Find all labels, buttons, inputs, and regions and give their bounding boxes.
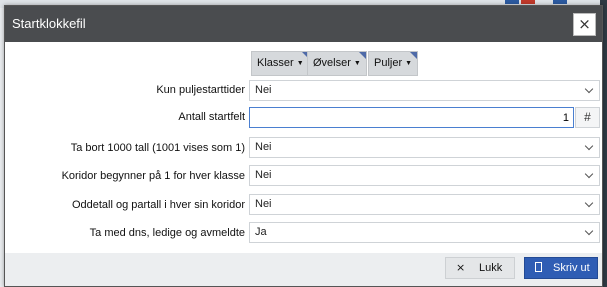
ta-bort-1000-label: Ta bort 1000 tall (1001 vises som 1): [70, 142, 245, 154]
oddetall-select[interactable]: Nei: [249, 194, 600, 215]
oddetall-value: Nei: [255, 198, 272, 210]
kun-puljestarttider-value: Nei: [255, 84, 272, 96]
background-fragment: [505, 0, 519, 4]
ta-med-dns-select[interactable]: Ja: [249, 222, 600, 243]
chevron-down-icon: [584, 84, 594, 94]
startklokkefil-dialog: Startklokkefil × Klasser ▼ Øvelser ▼ Pulje…: [4, 5, 603, 287]
oddetall-label: Oddetall og partall i hver sin koridor: [71, 199, 245, 211]
ta-med-dns-value: Ja: [255, 226, 267, 238]
background-fragment: [553, 0, 567, 4]
kun-puljestarttider-label: Kun puljestarttider: [156, 84, 245, 96]
caret-down-icon: ▼: [296, 60, 304, 67]
puljer-filter-button[interactable]: Puljer ▼: [368, 51, 419, 76]
koridor-value: Nei: [255, 169, 272, 181]
dialog-footer: × Lukk Skriv ut: [5, 253, 602, 286]
antall-startfelt-input[interactable]: [249, 107, 574, 128]
antall-startfelt-label: Antall startfelt: [178, 111, 245, 123]
lukk-button[interactable]: × Lukk: [445, 257, 515, 279]
koridor-select[interactable]: Nei: [249, 165, 600, 186]
close-icon: ×: [578, 15, 591, 33]
filter-corner-marker: [358, 52, 366, 59]
close-icon: ×: [456, 261, 466, 274]
skriv-ut-button[interactable]: Skriv ut: [524, 257, 598, 279]
hash-icon: #: [584, 110, 591, 124]
chevron-down-icon: [584, 198, 594, 208]
caret-down-icon: ▼: [353, 60, 361, 67]
koridor-label: Koridor begynner på 1 for hver klasse: [61, 170, 245, 182]
skriv-ut-label: Skriv ut: [553, 262, 590, 274]
hash-button[interactable]: #: [575, 107, 600, 128]
caret-down-icon: ▼: [405, 60, 413, 67]
lukk-label: Lukk: [479, 262, 503, 274]
chevron-down-icon: [584, 226, 594, 236]
puljer-filter-label: Puljer: [374, 57, 403, 69]
chevron-down-icon: [584, 141, 594, 151]
dialog-titlebar: Startklokkefil ×: [5, 6, 602, 42]
kun-puljestarttider-select[interactable]: Nei: [249, 80, 600, 101]
ovelser-filter-button[interactable]: Øvelser ▼: [307, 51, 367, 76]
chevron-down-icon: [584, 169, 594, 179]
klasser-filter-label: Klasser: [257, 57, 294, 69]
document-icon: [535, 262, 542, 272]
ta-bort-1000-value: Nei: [255, 141, 272, 153]
close-button[interactable]: ×: [573, 13, 596, 36]
dialog-title: Startklokkefil: [12, 16, 86, 31]
filter-corner-marker: [410, 52, 418, 59]
ta-bort-1000-select[interactable]: Nei: [249, 137, 600, 158]
background-fragment: [521, 0, 535, 4]
klasser-filter-button[interactable]: Klasser ▼: [251, 51, 310, 76]
ovelser-filter-label: Øvelser: [313, 57, 351, 69]
ta-med-dns-label: Ta med dns, ledige og avmeldte: [89, 227, 245, 239]
